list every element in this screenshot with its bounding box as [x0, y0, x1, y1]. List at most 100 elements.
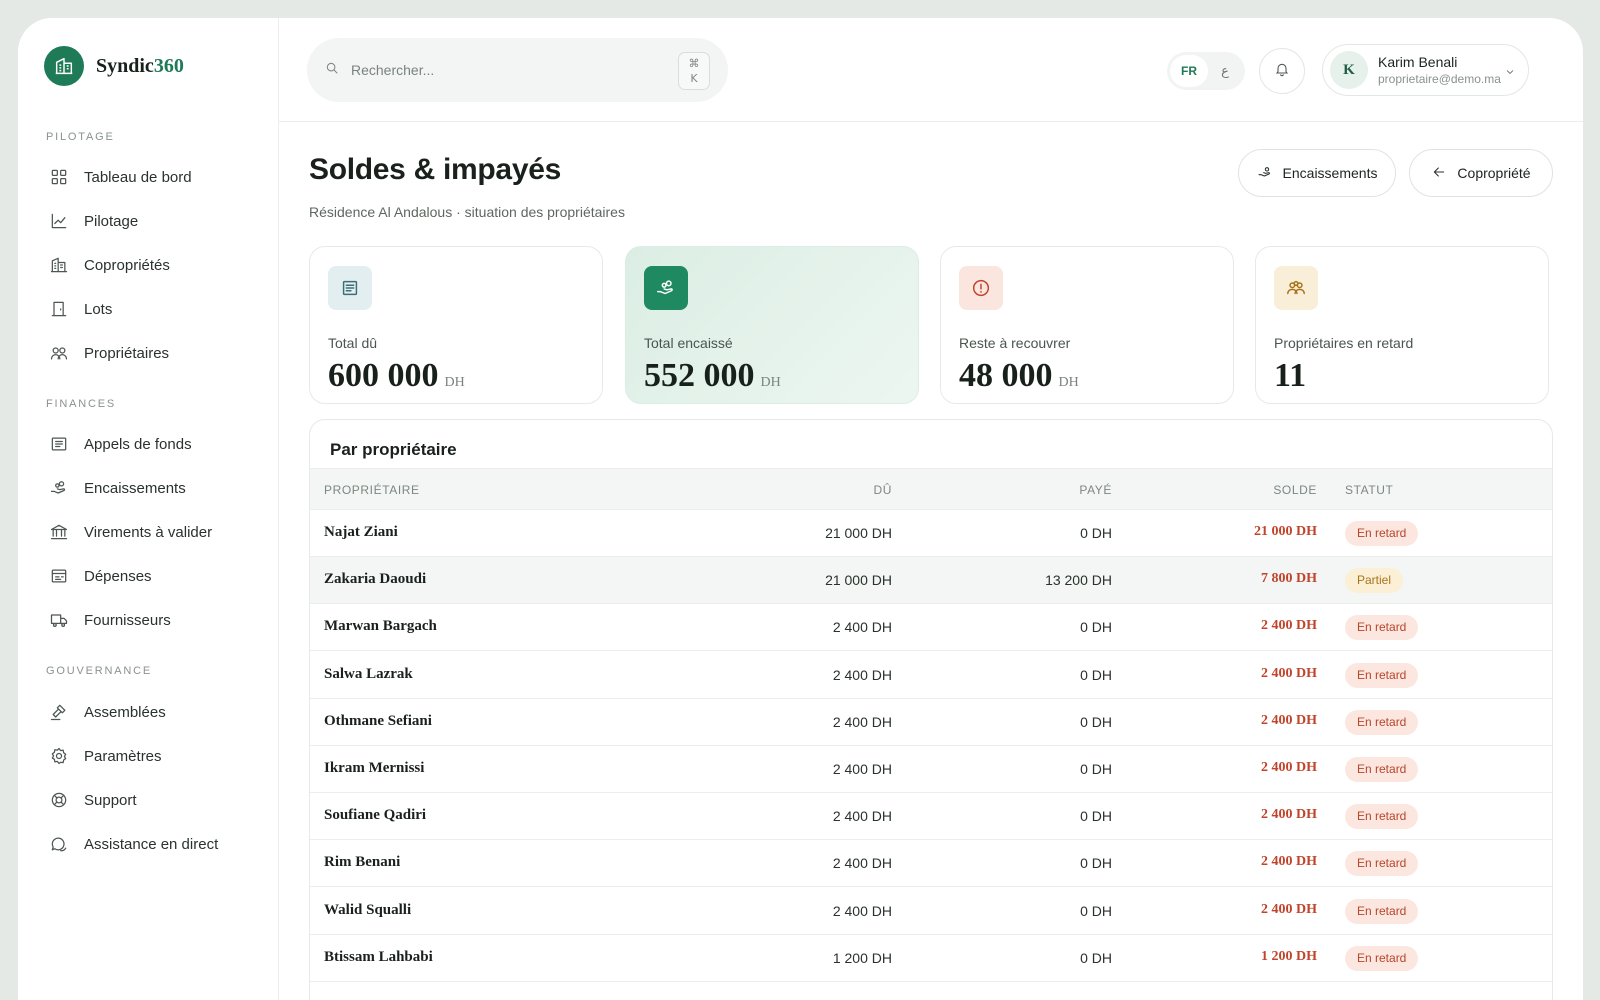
table-row[interactable]: Btissam Lahbabi 1 200 DH 0 DH 1 200 DH En re… — [310, 935, 1552, 982]
column-header-paid[interactable]: PAYÉ — [1079, 483, 1112, 497]
brand-name: Syndic360 — [96, 54, 184, 77]
status-badge: En retard — [1345, 757, 1419, 782]
encaissements-button[interactable]: Encaissements — [1238, 149, 1396, 197]
sidebar-item-tableau-de-bord[interactable]: Tableau de bord — [48, 165, 192, 189]
sidebar-item-label: Lots — [84, 300, 113, 318]
sidebar-item-fournisseurs[interactable]: Fournisseurs — [48, 608, 171, 632]
avatar: K — [1330, 51, 1368, 89]
sidebar-item-label: Copropriétés — [84, 256, 170, 274]
page-subtitle: Résidence Al Andalous · situation des pr… — [309, 204, 625, 220]
user-menu[interactable]: K Karim Benali proprietaire@demo.ma — [1322, 44, 1529, 96]
sidebar-item-label: Assistance en direct — [84, 835, 219, 853]
sidebar-item-appels-de-fonds[interactable]: Appels de fonds — [48, 432, 192, 456]
lang-ar-button[interactable]: ع — [1208, 55, 1242, 87]
sidebar-item-label: Assemblées — [84, 703, 166, 721]
table-row[interactable]: Othmane Sefiani 2 400 DH 0 DH 2 400 DH En re… — [310, 699, 1552, 746]
language-switcher[interactable]: FR ع — [1167, 52, 1245, 90]
balance: 1 200 DH — [1261, 948, 1317, 964]
table-row[interactable]: Najat Ziani 21 000 DH 0 DH 21 000 DH En reta… — [310, 510, 1552, 557]
balance: 2 400 DH — [1261, 807, 1317, 823]
notifications-button[interactable] — [1259, 48, 1305, 94]
sidebar-item-label: Fournisseurs — [84, 611, 171, 629]
table-row[interactable]: Zakaria Daoudi 21 000 DH 13 200 DH 7 800 DH… — [310, 557, 1552, 605]
sidebar-item-coproprietes[interactable]: Copropriétés — [48, 253, 170, 277]
balance: 2 400 DH — [1261, 618, 1317, 634]
chat-icon — [48, 833, 70, 855]
copropriete-back-button[interactable]: Copropriété — [1409, 149, 1553, 197]
table-header: PROPRIÉTAIRE DÛ PAYÉ SOLDE STATUT — [310, 468, 1552, 510]
table-row[interactable]: Marwan Bargach 2 400 DH 0 DH 2 400 DH En ret… — [310, 604, 1552, 652]
table-row[interactable]: Rim Benani 2 400 DH 0 DH 2 400 DH En retard — [310, 840, 1552, 888]
kpi-label: Propriétaires en retard — [1274, 335, 1414, 351]
hand-coins-icon — [1257, 164, 1283, 183]
hand-coins-icon — [644, 266, 688, 310]
alert-circle-icon — [959, 266, 1003, 310]
status-badge: En retard — [1345, 945, 1419, 971]
kpi-label: Reste à recouvrer — [959, 335, 1071, 351]
sidebar-item-pilotage[interactable]: Pilotage — [48, 209, 138, 233]
sidebar-item-label: Virements à valider — [84, 523, 213, 541]
balance: 21 000 DH — [1254, 524, 1317, 539]
table-row[interactable]: Soufiane Qadiri 2 400 DH 0 DH 2 400 DH En re… — [310, 793, 1552, 841]
table-row[interactable]: Ikram Mernissi 2 400 DH 0 DH 2 400 DH En ret… — [310, 746, 1552, 793]
users-icon — [48, 342, 70, 364]
amount-paid: 0 DH — [1080, 666, 1112, 683]
nav-section-finances: FINANCES — [46, 398, 117, 410]
chevron-down-icon — [1504, 65, 1516, 83]
owner-name: Najat Ziani — [324, 524, 398, 540]
expense-icon — [48, 565, 70, 587]
column-header-owner[interactable]: PROPRIÉTAIRE — [324, 483, 420, 497]
amount-paid: 0 DH — [1080, 855, 1112, 872]
column-header-due[interactable]: DÛ — [873, 483, 892, 497]
amount-paid: 0 DH — [1080, 949, 1112, 966]
topbar: ⌘K FR ع K Karim Benali proprietaire@demo… — [279, 18, 1583, 122]
amount-paid: 13 200 DH — [1045, 572, 1112, 589]
door-icon — [48, 298, 70, 320]
owner-name: Marwan Bargach — [324, 618, 437, 635]
app-window: Syndic360 PILOTAGE Tableau de bord Pilot… — [18, 18, 1583, 1000]
copropriete-button-label: Copropriété — [1457, 165, 1531, 181]
search-box[interactable]: ⌘K — [307, 38, 728, 102]
column-header-status[interactable]: STATUT — [1345, 483, 1393, 497]
owner-name: Salwa Lazrak — [324, 665, 413, 682]
page-title: Soldes & impayés — [309, 153, 561, 186]
amount-paid: 0 DH — [1080, 808, 1112, 825]
sidebar-item-virements-a-valider[interactable]: Virements à valider — [48, 520, 212, 544]
sidebar-item-label: Propriétaires — [84, 344, 170, 362]
truck-icon — [48, 609, 70, 631]
owner-name: Soufiane Qadiri — [324, 807, 427, 824]
sidebar-item-lots[interactable]: Lots — [48, 297, 112, 321]
status-badge: En retard — [1345, 851, 1419, 877]
lang-fr-button[interactable]: FR — [1170, 55, 1208, 87]
sidebar-item-depenses[interactable]: Dépenses — [48, 564, 152, 588]
brand[interactable]: Syndic360 — [44, 46, 184, 86]
status-badge: En retard — [1345, 709, 1419, 735]
receipt-icon — [48, 433, 70, 455]
chart-line-icon — [48, 210, 70, 232]
kpi-total-encaisse: Total encaissé 552 000 DH — [625, 246, 919, 404]
kpi-label: Total dû — [328, 335, 378, 351]
sidebar-item-support[interactable]: Support — [48, 788, 137, 812]
table-row[interactable]: Walid Squalli 2 400 DH 0 DH 2 400 DH En reta… — [310, 888, 1552, 935]
amount-paid: 0 DH — [1080, 902, 1112, 919]
kpi-value: 48 000 DH — [959, 357, 1079, 394]
sidebar-item-assistance-en-direct[interactable]: Assistance en direct — [48, 832, 218, 856]
status-badge: En retard — [1345, 521, 1419, 546]
sidebar-item-parametres[interactable]: Paramètres — [48, 744, 162, 768]
sidebar-item-assemblees[interactable]: Assemblées — [48, 700, 166, 724]
kpi-proprietaires-en-retard: Propriétaires en retard 11 — [1255, 246, 1549, 404]
balance: 2 400 DH — [1261, 760, 1317, 775]
balance: 2 400 DH — [1261, 712, 1317, 728]
nav-section-gouvernance: GOUVERNANCE — [46, 665, 152, 677]
sidebar-item-proprietaires[interactable]: Propriétaires — [48, 341, 169, 365]
sidebar-item-encaissements[interactable]: Encaissements — [48, 476, 186, 500]
sidebar-item-label: Encaissements — [84, 479, 186, 497]
amount-due: 2 400 DH — [832, 619, 892, 636]
column-header-balance[interactable]: SOLDE — [1273, 483, 1317, 497]
search-input[interactable] — [351, 62, 651, 78]
table-row[interactable]: Salwa Lazrak 2 400 DH 0 DH 2 400 DH En retar… — [310, 652, 1552, 699]
sidebar-item-label: Appels de fonds — [84, 435, 192, 453]
amount-due: 1 200 DH — [832, 949, 892, 966]
amount-due: 2 400 DH — [832, 666, 892, 683]
amount-due: 2 400 DH — [832, 902, 892, 919]
